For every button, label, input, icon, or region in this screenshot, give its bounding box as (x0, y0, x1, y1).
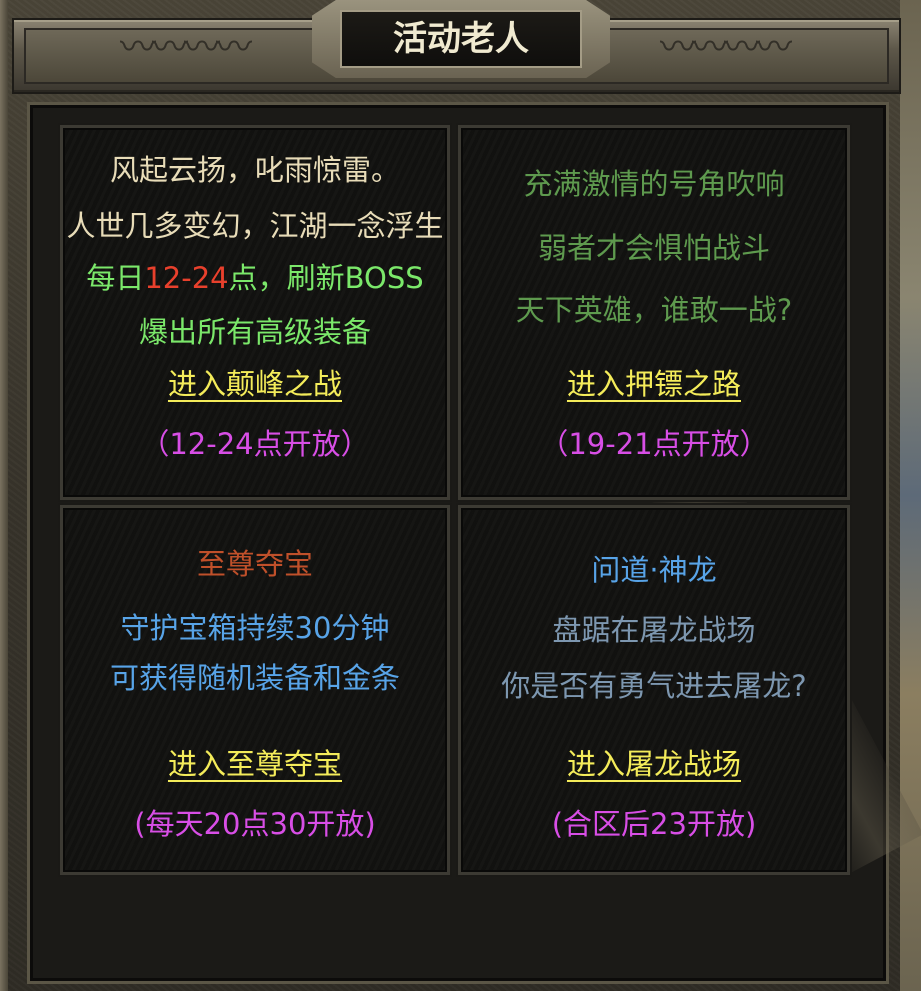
panel-dragon-battlefield: 问道·神龙 盘踞在屠龙战场 你是否有勇气进去屠龙? 进入屠龙战场 (合区后23开… (458, 505, 850, 875)
peak-drop-line: 爆出所有高级装备 (138, 315, 371, 349)
peak-link-row: 进入颠峰之战 (63, 366, 447, 402)
enter-peak-battle-link[interactable]: 进入颠峰之战 (168, 367, 342, 401)
dragon-ornament-left-icon: 〰〰〰〰 (119, 27, 252, 68)
escort-line-3: 天下英雄，谁敢一战? (515, 293, 793, 327)
treasure-line-1: 守护宝箱持续30分钟 (120, 611, 390, 645)
peak-open-time: （12-24点开放） (140, 427, 370, 461)
dragon-ornament-right-icon: 〰〰〰〰 (659, 27, 792, 68)
dragon-open-time: (合区后23开放) (551, 807, 757, 841)
dragon-link-row: 进入屠龙战场 (461, 746, 847, 782)
dragon-line-1: 盘踞在屠龙战场 (552, 613, 756, 647)
peak-line-2: 人世几多变幻，江湖一念浮生 (66, 209, 444, 243)
window-title: 活动老人 (393, 19, 529, 59)
escort-link-row: 进入押镖之路 (461, 366, 847, 402)
panel-peak-battle: 风起云扬，叱雨惊雷。 人世几多变幻，江湖一念浮生 每日12-24点，刷新BOSS… (60, 125, 450, 500)
escort-line-2: 弱者才会惧怕战斗 (537, 231, 770, 265)
escort-open-time: （19-21点开放） (539, 427, 769, 461)
enter-supreme-treasure-link[interactable]: 进入至尊夺宝 (168, 747, 342, 781)
peak-daily-time: 12-24 (144, 261, 229, 295)
panel-supreme-treasure: 至尊夺宝 守护宝箱持续30分钟 可获得随机装备和金条 进入至尊夺宝 (每天20点… (60, 505, 450, 875)
treasure-open-time: (每天20点30开放) (134, 807, 376, 841)
peak-line-1: 风起云扬，叱雨惊雷。 (109, 153, 400, 187)
escort-line-1: 充满激情的号角吹响 (523, 167, 785, 201)
treasure-link-row: 进入至尊夺宝 (63, 746, 447, 782)
enter-escort-road-link[interactable]: 进入押镖之路 (567, 367, 741, 401)
panel-escort-road: 充满激情的号角吹响 弱者才会惧怕战斗 天下英雄，谁敢一战? 进入押镖之路 （19… (458, 125, 850, 500)
treasure-heading: 至尊夺宝 (196, 547, 313, 581)
dragon-heading: 问道·神龙 (591, 553, 717, 587)
peak-daily-prefix: 每日 (86, 261, 145, 295)
frame-left-edge (0, 0, 8, 991)
peak-daily-suffix: 点，刷新BOSS (228, 261, 424, 295)
dragon-line-2: 你是否有勇气进去屠龙? (501, 669, 807, 703)
enter-dragon-battlefield-link[interactable]: 进入屠龙战场 (567, 747, 741, 781)
peak-daily-line: 每日12-24点，刷新BOSS (63, 260, 447, 296)
treasure-line-2: 可获得随机装备和金条 (109, 661, 400, 695)
